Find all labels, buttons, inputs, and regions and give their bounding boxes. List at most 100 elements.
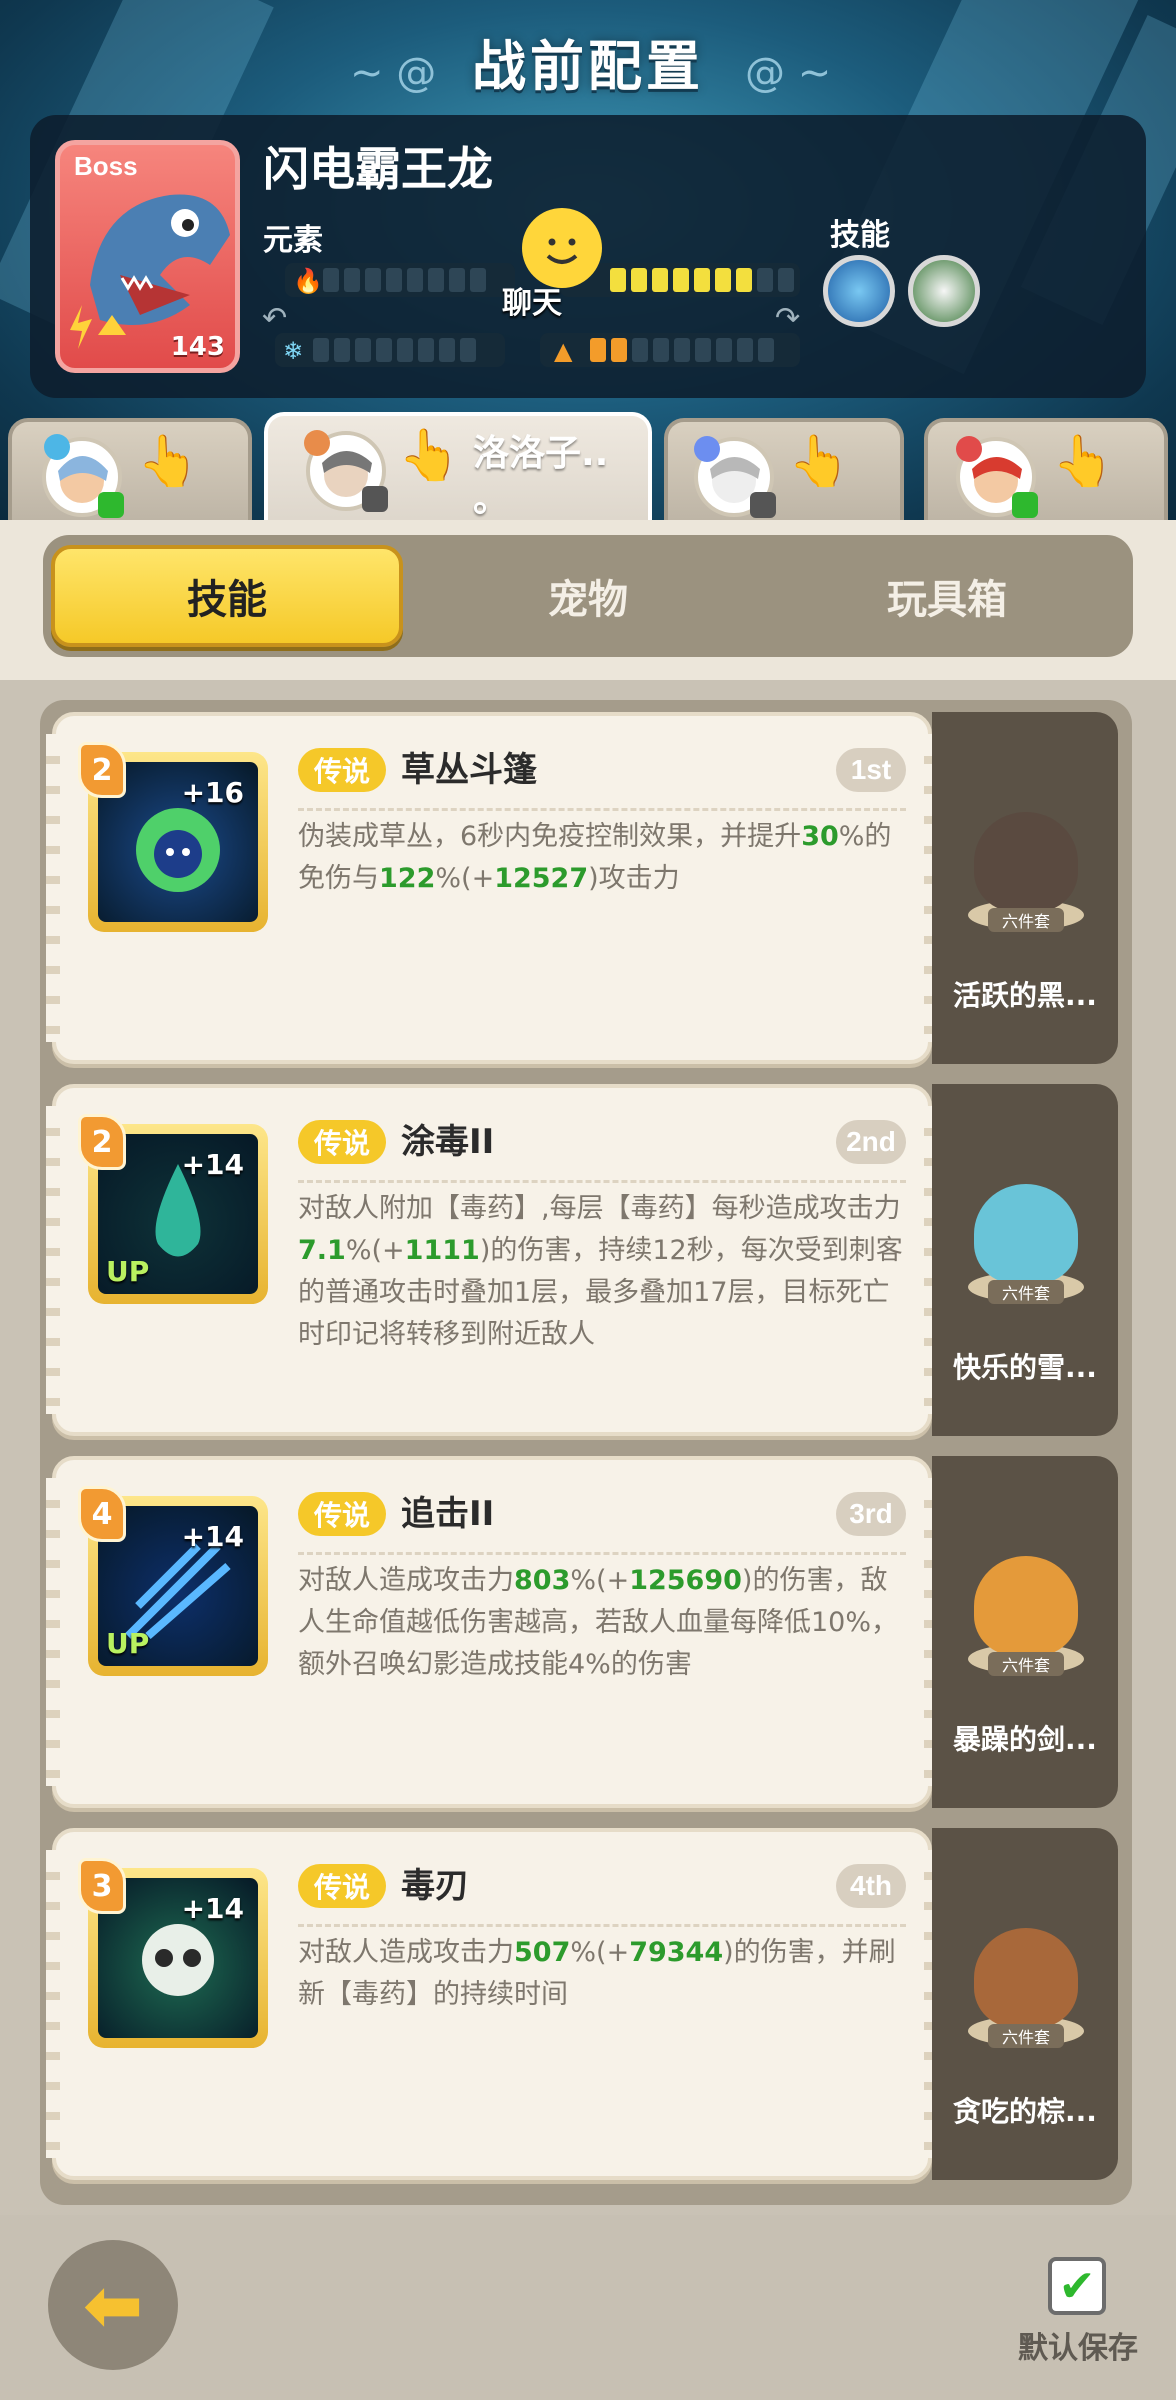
pet-slot[interactable]: 六件套贪吃的棕... xyxy=(932,1828,1118,2180)
snowflake-icon: ❄ xyxy=(283,337,304,365)
skill-level-badge: 2 xyxy=(78,1114,126,1170)
skill-row[interactable]: +14 UP 2 传说 涂毒II 2nd 对敌人附加【毒药】,每层【毒药】每秒造成攻击力 7.… xyxy=(46,1084,1118,1436)
pet-name: 快乐的雪... xyxy=(953,1351,1097,1384)
class-badge-icon xyxy=(44,434,70,460)
desc-segment: 7.1 xyxy=(298,1235,346,1266)
tab-skills[interactable]: 技能 xyxy=(51,545,403,647)
pet-figure-icon xyxy=(974,1184,1078,1284)
desc-segment: 12527 xyxy=(494,863,589,894)
pet-slot[interactable]: 六件套活跃的黑... xyxy=(932,712,1118,1064)
divider xyxy=(298,1924,906,1927)
skill-description: 对敌人造成攻击力803%(+125690)的伤害，敌人生命值越低伤害越高，若敌人… xyxy=(298,1560,908,1686)
fire-element-bar: 🔥 xyxy=(285,263,515,297)
pet-name: 贪吃的棕... xyxy=(953,2095,1097,2128)
pet-set-tag: 六件套 xyxy=(988,2024,1064,2048)
cycle-arrow-icon: ↷ xyxy=(775,301,801,336)
skill-level-badge: 3 xyxy=(78,1858,126,1914)
smiley-icon xyxy=(546,238,578,264)
default-save-label[interactable]: 默认保存 xyxy=(1018,2323,1138,2367)
desc-segment: %(+ xyxy=(345,1235,405,1266)
tap-hand-icon: 👆 xyxy=(398,426,461,484)
footer-bar: ⬅ ✔ 默认保存 xyxy=(0,2215,1176,2400)
desc-segment: %(+ xyxy=(435,863,495,894)
pet-figure-icon xyxy=(974,1928,1078,2028)
skill-rank-badge: 1st xyxy=(836,748,906,792)
pet-name: 活跃的黑... xyxy=(953,979,1097,1012)
skill-name: 毒刃 xyxy=(401,1866,469,1906)
desc-segment: 30 xyxy=(801,821,839,852)
skill-rank-badge: 4th xyxy=(836,1864,906,1908)
boss-level: 143 xyxy=(170,332,225,362)
player-tab-3[interactable]: 👆 xyxy=(664,418,904,524)
skill-row[interactable]: +16 2 传说 草丛斗篷 1st 伪装成草丛，6秒内免疫控制效果，并提升30%的免伤与1… xyxy=(46,712,1118,1064)
skill-plus-level: +14 xyxy=(181,1520,244,1553)
player-tab-4[interactable]: 👆 xyxy=(924,418,1168,524)
skill-label: 技能 xyxy=(830,218,890,253)
skill-name: 草丛斗篷 xyxy=(401,750,537,790)
skill-plus-level: +14 xyxy=(181,1148,244,1181)
skill-rank-badge: 3rd xyxy=(836,1492,906,1536)
divider xyxy=(298,1552,906,1555)
skill-row[interactable]: +14 UP 4 传说 追击II 3rd 对敌人造成攻击力803%(+125690)的伤害，… xyxy=(46,1456,1118,1808)
rarity-badge: 传说 xyxy=(298,1864,386,1908)
boss-card[interactable]: Boss 143 xyxy=(55,140,240,373)
skill-level-badge: 2 xyxy=(78,742,126,798)
desc-segment: 对敌人造成攻击力 xyxy=(298,1565,514,1596)
divider xyxy=(298,808,906,811)
rarity-badge: 传说 xyxy=(298,1120,386,1164)
skill-level-badge: 4 xyxy=(78,1486,126,1542)
element-label: 元素 xyxy=(263,223,323,258)
pet-name: 暴躁的剑... xyxy=(953,1723,1097,1756)
arrow-left-icon: ⬅ xyxy=(82,2263,144,2347)
checkmark-icon: ✔ xyxy=(1058,2260,1096,2312)
desc-segment: 507 xyxy=(514,1937,571,1968)
skill-card[interactable]: +14 UP 2 传说 涂毒II 2nd 对敌人附加【毒药】,每层【毒药】每秒造成攻击力 7.… xyxy=(46,1084,938,1436)
boss-skill-water-icon[interactable] xyxy=(823,255,895,327)
skill-card[interactable]: +14 UP 4 传说 追击II 3rd 对敌人造成攻击力803%(+125690)的伤害，… xyxy=(46,1456,938,1808)
divider xyxy=(298,1180,906,1183)
skill-row[interactable]: +14 3 传说 毒刃 4th 对敌人造成攻击力507%(+79344)的伤害，并刷新【毒… xyxy=(46,1828,1118,2180)
player-tab-1[interactable]: 👆 xyxy=(8,418,252,524)
skill-card[interactable]: +16 2 传说 草丛斗篷 1st 伪装成草丛，6秒内免疫控制效果，并提升30%的免伤与1… xyxy=(46,712,938,1064)
boss-skill-claw-icon[interactable] xyxy=(908,255,980,327)
chat-label[interactable]: 聊天 xyxy=(502,278,562,322)
desc-segment: 对敌人附加【毒药】,每层【毒药】每秒造成攻击力 xyxy=(298,1193,901,1224)
pet-set-tag: 六件套 xyxy=(988,908,1064,932)
tab-pets[interactable]: 宠物 xyxy=(412,545,764,647)
skill-name: 追击II xyxy=(401,1494,495,1534)
offline-status-icon xyxy=(750,492,776,518)
pet-slot[interactable]: 六件套 快乐的雪... xyxy=(932,1084,1118,1436)
earth-element-bar: ▲ xyxy=(540,333,800,367)
desc-segment: 伪装成草丛，6秒内免疫控制效果，并提升 xyxy=(298,821,802,852)
desc-segment: 803 xyxy=(514,1565,571,1596)
desc-segment: 122 xyxy=(379,863,436,894)
fire-icon: 🔥 xyxy=(293,267,323,295)
category-tabs: 技能 宠物 玩具箱 xyxy=(43,535,1133,657)
skill-plus-level: +16 xyxy=(181,776,244,809)
class-badge-icon xyxy=(304,430,330,456)
rarity-badge: 传说 xyxy=(298,1492,386,1536)
player-tab-2[interactable]: 👆 洛洛子.. 。 xyxy=(264,412,652,524)
pet-slot[interactable]: 六件套 暴躁的剑... xyxy=(932,1456,1118,1808)
desc-segment: 79344 xyxy=(629,1937,724,1968)
tap-hand-icon: 👆 xyxy=(788,432,851,490)
online-status-icon xyxy=(98,492,124,518)
desc-segment: )攻击力 xyxy=(588,863,680,894)
chat-button[interactable] xyxy=(522,208,602,288)
class-badge-icon xyxy=(694,436,720,462)
default-save-checkbox[interactable]: ✔ xyxy=(1048,2257,1106,2315)
ice-element-bar: ❄ xyxy=(275,333,505,367)
skill-description: 伪装成草丛，6秒内免疫控制效果，并提升30%的免伤与122%(+12527)攻击… xyxy=(298,816,908,900)
desc-segment: 1111 xyxy=(404,1235,480,1266)
skill-description: 对敌人附加【毒药】,每层【毒药】每秒造成攻击力7.1%(+1111)的伤害，持续… xyxy=(298,1188,908,1356)
skill-card[interactable]: +14 3 传说 毒刃 4th 对敌人造成攻击力507%(+79344)的伤害，并刷新【毒… xyxy=(46,1828,938,2180)
tab-toybox[interactable]: 玩具箱 xyxy=(771,545,1123,647)
back-button[interactable]: ⬅ xyxy=(48,2240,178,2370)
skill-up-tag: UP xyxy=(106,1627,150,1660)
skill-up-tag: UP xyxy=(106,1255,150,1288)
pet-figure-icon xyxy=(974,812,1078,912)
boss-name: 闪电霸王龙 xyxy=(263,142,493,196)
class-badge-icon xyxy=(956,436,982,462)
desc-segment: 对敌人造成攻击力 xyxy=(298,1937,514,1968)
pet-figure-icon xyxy=(974,1556,1078,1656)
